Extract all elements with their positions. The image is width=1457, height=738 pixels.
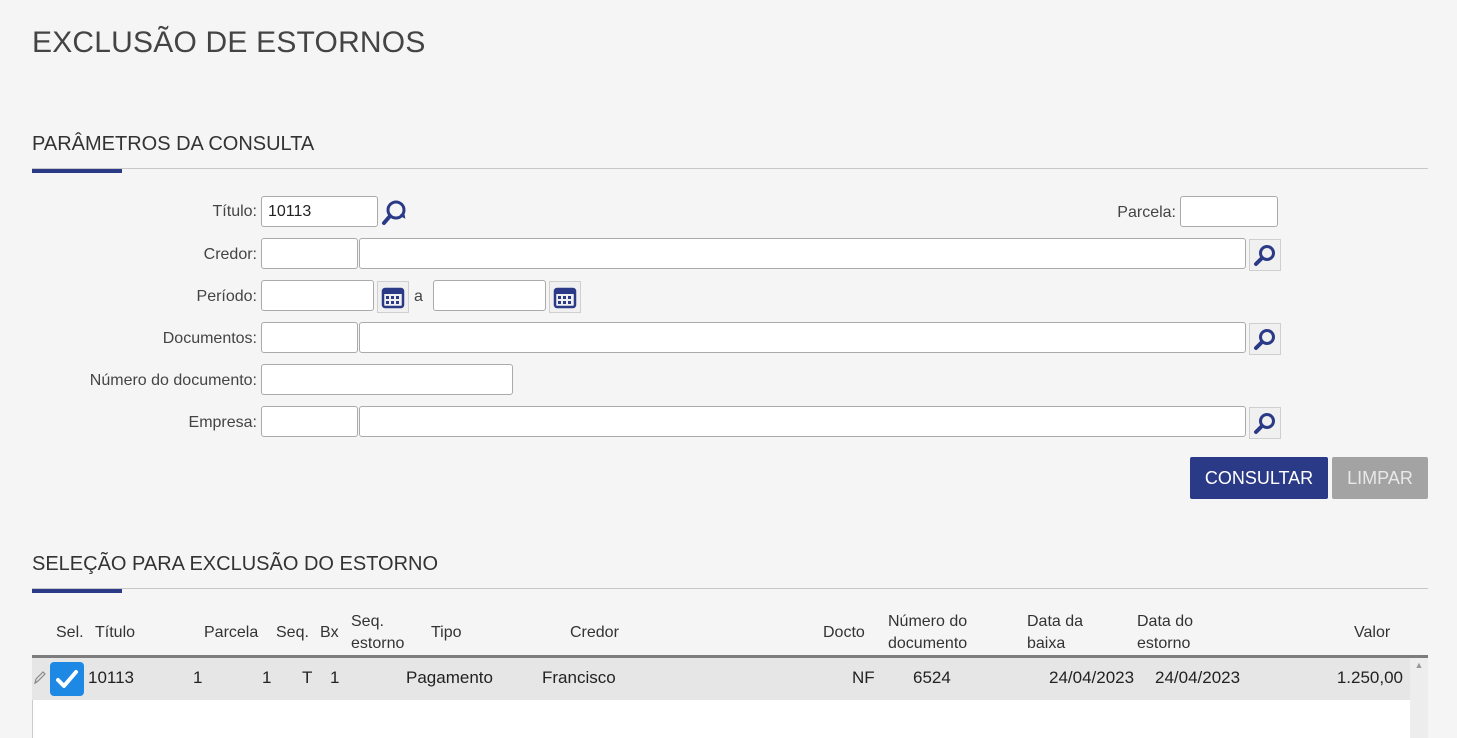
col-header-data-estorno-line2: estorno [1137, 635, 1191, 652]
documentos-label: Documentos: [162, 330, 257, 347]
params-section-divider [32, 168, 1428, 169]
cell-titulo: 10113 [88, 668, 135, 687]
search-icon [1254, 329, 1275, 350]
edit-pencil-icon[interactable] [33, 670, 47, 691]
cell-seq-estorno: 1 [330, 668, 340, 687]
periodo-separator: a [414, 288, 423, 305]
page-title: EXCLUSÃO DE ESTORNOS [32, 26, 426, 59]
scroll-up-arrow-icon[interactable]: ▲ [1410, 658, 1428, 672]
cell-docto: NF [852, 668, 875, 687]
params-section-accent [32, 169, 122, 173]
credor-name-input[interactable] [359, 238, 1246, 269]
empresa-code-input[interactable] [261, 406, 358, 437]
col-header-numero-documento-line1: Número do [888, 613, 968, 630]
limpar-button[interactable]: LIMPAR [1332, 457, 1428, 499]
titulo-input[interactable] [261, 196, 378, 227]
col-header-seq-estorno-line1: Seq. [351, 613, 384, 630]
col-header-data-baixa[interactable]: Data da baixa [1027, 611, 1083, 655]
col-header-data-estorno-line1: Data do [1137, 613, 1194, 630]
credor-search-button[interactable] [1249, 239, 1281, 271]
col-header-seq-estorno-line2: estorno [351, 635, 405, 652]
cell-parcela: 1 [193, 668, 203, 687]
credor-label: Credor: [203, 246, 257, 263]
numero-documento-label: Número do documento: [89, 372, 257, 389]
cell-data-baixa: 24/04/2023 [1049, 668, 1135, 687]
cell-valor: 1.250,00 [1336, 668, 1403, 687]
col-header-tipo[interactable]: Tipo [431, 622, 462, 644]
params-section-title: PARÂMETROS DA CONSULTA [32, 133, 315, 155]
cell-seq: 1 [262, 668, 272, 687]
empresa-name-input[interactable] [359, 406, 1246, 437]
titulo-lookup-button[interactable] [379, 196, 411, 228]
selection-section-title: SELEÇÃO PARA EXCLUSÃO DO ESTORNO [32, 553, 439, 575]
col-header-seq[interactable]: Seq. [276, 622, 309, 644]
col-header-numero-documento[interactable]: Número do documento [888, 611, 967, 655]
grid-scrollbar[interactable]: ▲ [1410, 658, 1428, 738]
cell-bx: T [302, 668, 313, 687]
periodo-label: Período: [196, 288, 257, 305]
selection-section-accent [32, 589, 122, 593]
cell-data-estorno: 24/04/2023 [1155, 668, 1241, 687]
cell-credor: Francisco [542, 668, 616, 687]
periodo-start-input[interactable] [261, 280, 374, 311]
cell-numero-documento: 6524 [913, 668, 951, 687]
documentos-code-input[interactable] [261, 322, 358, 353]
numero-documento-input[interactable] [261, 364, 513, 395]
search-icon [1254, 245, 1275, 266]
empresa-search-button[interactable] [1249, 407, 1281, 439]
col-header-data-baixa-line1: Data da [1027, 613, 1084, 630]
documentos-name-input[interactable] [359, 322, 1246, 353]
parcela-input[interactable] [1180, 196, 1278, 227]
checkmark-icon [56, 670, 78, 688]
selection-section-divider [32, 588, 1428, 589]
search-icon [1254, 413, 1275, 434]
calendar-icon [553, 287, 577, 309]
credor-code-input[interactable] [261, 238, 358, 269]
col-header-data-baixa-line2: baixa [1027, 635, 1066, 652]
documentos-search-button[interactable] [1249, 323, 1281, 355]
titulo-label: Título: [212, 203, 257, 220]
empresa-label: Empresa: [188, 414, 257, 431]
col-header-titulo[interactable]: Título [95, 622, 135, 644]
search-refresh-icon [382, 200, 406, 225]
col-header-docto[interactable]: Docto [823, 622, 865, 644]
col-header-parcela[interactable]: Parcela [204, 622, 258, 644]
col-header-bx[interactable]: Bx [320, 622, 339, 644]
calendar-icon [381, 287, 405, 309]
cell-tipo: Pagamento [406, 668, 493, 687]
periodo-start-calendar-button[interactable] [377, 281, 409, 313]
col-header-credor[interactable]: Credor [570, 622, 619, 644]
col-header-seq-estorno[interactable]: Seq. estorno [351, 611, 404, 655]
col-header-numero-documento-line2: documento [888, 635, 968, 652]
consultar-button[interactable]: CONSULTAR [1190, 457, 1328, 499]
col-header-data-estorno[interactable]: Data do estorno [1137, 611, 1193, 655]
parcela-label: Parcela: [1117, 204, 1176, 221]
col-header-valor[interactable]: Valor [1354, 622, 1390, 644]
periodo-end-input[interactable] [433, 280, 546, 311]
row-select-checkbox[interactable] [50, 662, 84, 696]
col-header-sel[interactable]: Sel. [56, 622, 84, 644]
periodo-end-calendar-button[interactable] [549, 281, 581, 313]
